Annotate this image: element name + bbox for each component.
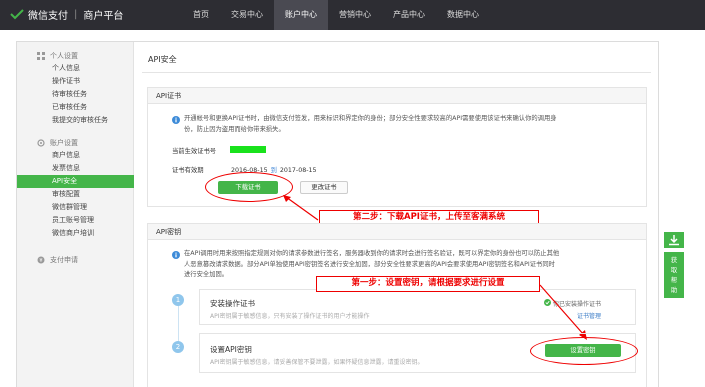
platform-name: 商户平台	[83, 11, 124, 22]
brand-separator: |	[74, 9, 78, 20]
step1-annotation: 第一步：设置密钥，请根据要求进行设置	[316, 276, 540, 292]
step1-title: 安装操作证书	[210, 299, 255, 308]
sidebar-group-payment: ¥ 支付申请	[17, 254, 134, 266]
sidebar-item-my-submitted-tasks[interactable]: 我提交的审核任务	[17, 114, 134, 127]
brand-name: 微信支付	[28, 11, 68, 22]
sidebar-item-pending-tasks[interactable]: 待审核任务	[17, 88, 134, 101]
nav-product-center[interactable]: 产品中心	[382, 0, 436, 30]
main-nav: 首页 交易中心 账户中心 营销中心 产品中心 数据中心	[182, 0, 490, 30]
sidebar-group-title: 支付申请	[50, 256, 78, 264]
sidebar-item-staff-accounts[interactable]: 员工账号管理	[17, 214, 134, 227]
nav-trade-center[interactable]: 交易中心	[220, 0, 274, 30]
download-icon	[669, 235, 679, 246]
panel-heading: API密钥	[148, 224, 646, 240]
date-to: 2017-08-15	[279, 167, 317, 174]
validity-label: 证书有效期	[172, 167, 204, 174]
help-button-label: 获取帮助	[670, 257, 678, 294]
sidebar-item-reviewed-tasks[interactable]: 已审核任务	[17, 101, 134, 114]
sidebar: 个人设置 个人信息 操作证书 待审核任务 已审核任务 我提交的审核任务 账户设置…	[17, 42, 134, 387]
nav-account-center[interactable]: 账户中心	[274, 0, 328, 30]
sidebar-group-title: 账户设置	[50, 139, 78, 147]
sidebar-item-wechat-group[interactable]: 微信群管理	[17, 201, 134, 214]
cert-notice-line: 开通帐号和更换API证书时，由微信支付签发，用来标识和界定你的身份；部分安全性要…	[184, 115, 557, 122]
wechat-pay-logo-icon	[10, 9, 24, 20]
key-notice-line: 人恶意篡改请求数据。部分API单独使用API密钥签名进行安全加固，部分安全性要求…	[184, 260, 555, 268]
sidebar-group-title: 个人设置	[50, 52, 78, 60]
step2-number: 2	[172, 341, 184, 353]
sidebar-item-merchant-training[interactable]: 微信商户培训	[17, 227, 134, 240]
nav-data-center[interactable]: 数据中心	[436, 0, 490, 30]
info-icon	[172, 251, 180, 259]
sidebar-item-operation-cert[interactable]: 操作证书	[17, 75, 134, 88]
get-help-button[interactable]: 获取帮助	[664, 252, 684, 298]
current-cert-label: 当前生效证书号	[172, 148, 217, 155]
top-nav-bar: 微信支付 | 商户平台 首页 交易中心 账户中心 营销中心 产品中心 数据中心	[0, 0, 705, 30]
sidebar-item-payment-apply[interactable]: ¥ 支付申请	[17, 254, 134, 266]
page-title: API安全	[148, 55, 177, 64]
gear-icon	[37, 139, 45, 147]
sidebar-group-header: 账户设置	[17, 137, 134, 149]
step1-number: 1	[172, 294, 184, 306]
set-key-highlight-oval	[530, 337, 638, 365]
cert-notice-line: 份，防止因为盗用而给你带来损失。	[184, 125, 285, 133]
download-tool-button[interactable]	[664, 232, 684, 248]
date-to-word: 到	[270, 167, 277, 174]
sidebar-item-personal-info[interactable]: 个人信息	[17, 62, 134, 75]
brand-logo[interactable]: 微信支付 | 商户平台	[10, 7, 123, 22]
info-icon	[172, 116, 180, 124]
sidebar-group-header: 个人设置	[17, 50, 134, 62]
nav-marketing-center[interactable]: 营销中心	[328, 0, 382, 30]
title-divider	[142, 72, 651, 73]
sidebar-item-api-security[interactable]: API安全	[17, 175, 134, 188]
sidebar-item-review-config[interactable]: 审核配置	[17, 188, 134, 201]
sidebar-item-invoice-info[interactable]: 发票信息	[17, 162, 134, 175]
key-notice-line: 在API调用时用来按照指定规则对你的请求参数进行签名，服务器收到你的请求时会进行…	[184, 250, 560, 257]
cert-number-highlight	[230, 146, 266, 153]
cert-notice: 开通帐号和更换API证书时，由微信支付签发，用来标识和界定你的身份；部分安全性要…	[184, 114, 557, 135]
annotation-arrow	[283, 195, 319, 221]
sidebar-group-personal: 个人设置 个人信息 操作证书 待审核任务 已审核任务 我提交的审核任务	[17, 50, 134, 127]
svg-text:¥: ¥	[39, 258, 42, 264]
payment-icon: ¥	[37, 256, 45, 264]
nav-home[interactable]: 首页	[182, 0, 220, 30]
step2-title: 设置API密钥	[210, 345, 252, 354]
step-connector-line	[178, 306, 179, 344]
grid-icon	[37, 52, 45, 60]
sidebar-item-merchant-info[interactable]: 商户信息	[17, 149, 134, 162]
step2-description: API密钥属于敏感信息，请妥善保管不要泄露，如果怀疑信息泄露，请重设密钥。	[210, 359, 424, 366]
sidebar-group-account: 账户设置 商户信息 发票信息 API安全 审核配置 微信群管理 员工账号管理 微…	[17, 137, 134, 240]
panel-heading: API证书	[148, 88, 646, 104]
step1-description: API密钥属于敏感信息，只有安装了操作证书的用户才能操作	[210, 313, 370, 320]
